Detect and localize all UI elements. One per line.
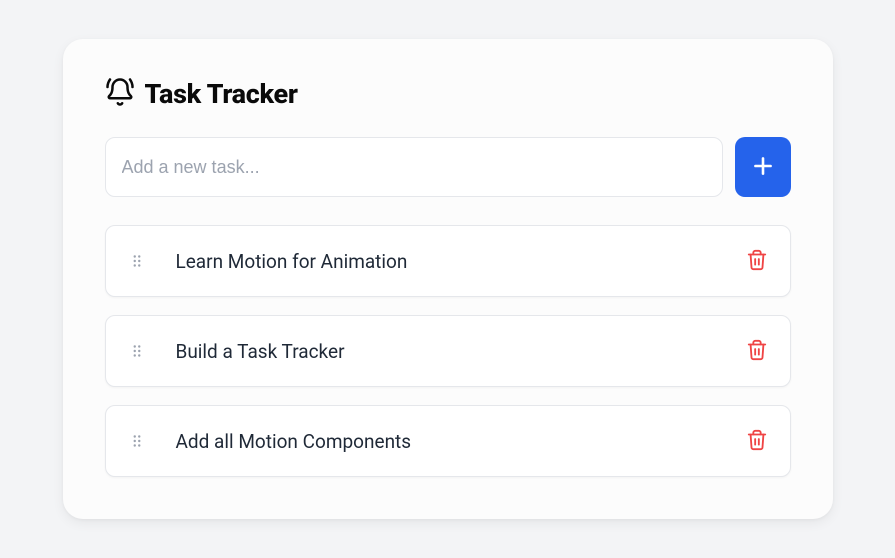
task-item: Learn Motion for Animation [105,225,791,297]
drag-handle-icon[interactable] [128,432,146,450]
task-text: Add all Motion Components [176,430,716,453]
task-item: Build a Task Tracker [105,315,791,387]
drag-handle-icon[interactable] [128,342,146,360]
delete-task-button[interactable] [746,339,768,364]
drag-handle-icon[interactable] [128,252,146,270]
task-input[interactable] [105,137,723,197]
header: Task Tracker [105,77,791,111]
task-tracker-card: Task Tracker Learn Motion for Animation [63,39,833,519]
delete-task-button[interactable] [746,249,768,274]
task-text: Build a Task Tracker [176,340,716,363]
add-task-row [105,137,791,197]
bell-icon [105,77,135,111]
add-task-button[interactable] [735,137,791,197]
task-item: Add all Motion Components [105,405,791,477]
trash-icon [746,429,768,454]
task-list: Learn Motion for Animation [105,225,791,477]
task-text: Learn Motion for Animation [176,250,716,273]
trash-icon [746,249,768,274]
plus-icon [750,153,776,182]
trash-icon [746,339,768,364]
delete-task-button[interactable] [746,429,768,454]
page-title: Task Tracker [145,78,298,110]
